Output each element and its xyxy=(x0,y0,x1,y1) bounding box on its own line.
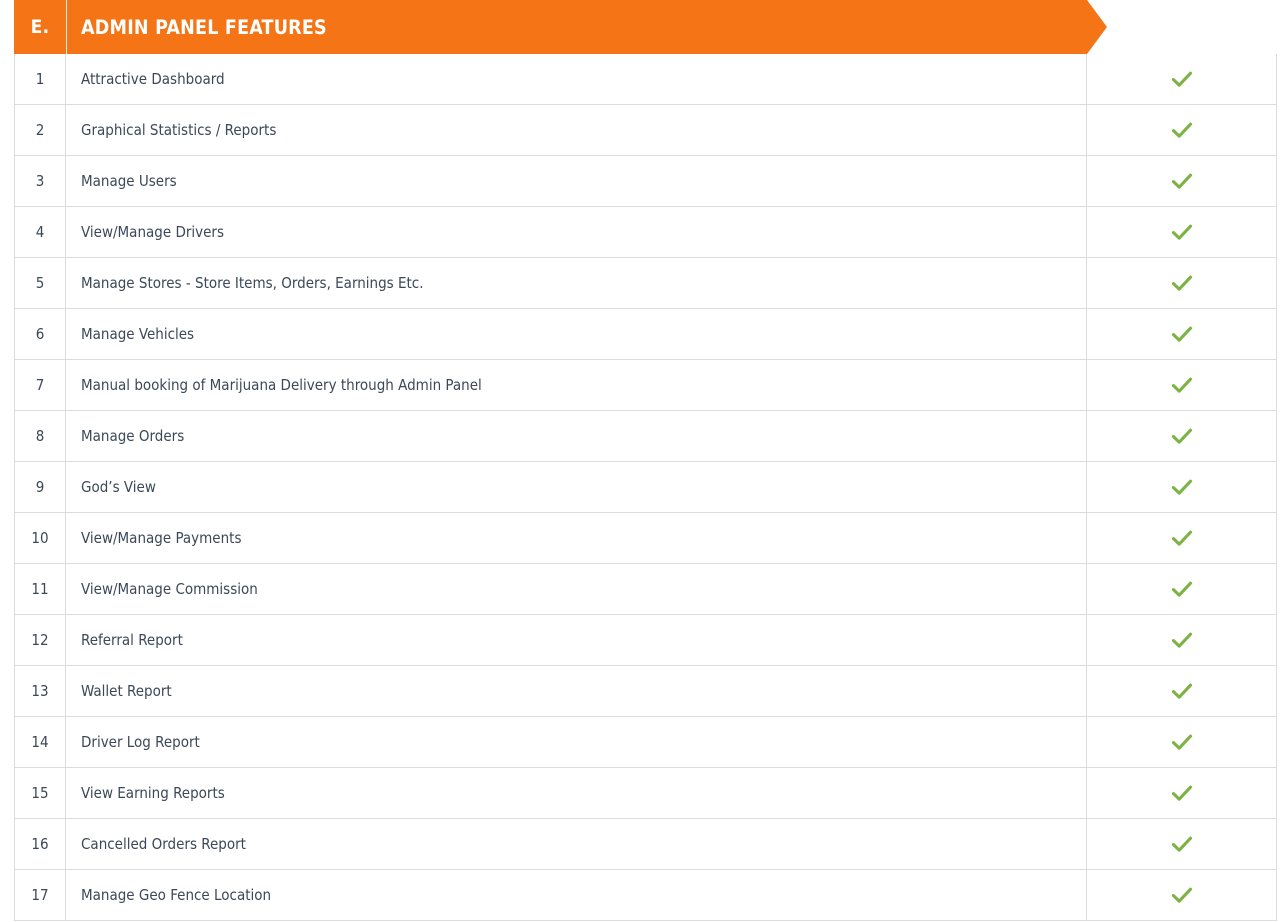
feature-supported-cell xyxy=(1087,564,1276,614)
feature-label: God’s View xyxy=(66,462,1087,512)
check-icon xyxy=(1171,734,1192,750)
row-number: 15 xyxy=(15,768,66,818)
check-icon xyxy=(1171,683,1192,699)
check-icon xyxy=(1171,122,1192,138)
feature-label: Cancelled Orders Report xyxy=(66,819,1087,869)
table-row: 6 Manage Vehicles xyxy=(15,309,1276,360)
check-icon xyxy=(1171,71,1192,87)
row-number: 2 xyxy=(15,105,66,155)
feature-supported-cell xyxy=(1087,462,1276,512)
table-row: 17 Manage Geo Fence Location xyxy=(15,870,1276,921)
feature-supported-cell xyxy=(1087,615,1276,665)
feature-row-list: 1 Attractive Dashboard 2 Graphical Statisti… xyxy=(14,54,1277,921)
feature-label: View/Manage Payments xyxy=(66,513,1087,563)
feature-label: Manual booking of Marijuana Delivery thr… xyxy=(66,360,1087,410)
feature-label: Manage Vehicles xyxy=(66,309,1087,359)
table-header-ribbon: E. ADMIN PANEL FEATURES xyxy=(14,0,1107,67)
section-title: ADMIN PANEL FEATURES xyxy=(81,15,327,39)
feature-supported-cell xyxy=(1087,207,1276,257)
feature-label: Manage Geo Fence Location xyxy=(66,870,1087,920)
feature-supported-cell xyxy=(1087,666,1276,716)
check-icon xyxy=(1171,632,1192,648)
feature-label: Attractive Dashboard xyxy=(66,54,1087,104)
check-icon xyxy=(1171,224,1192,240)
check-icon xyxy=(1171,173,1192,189)
feature-label: Wallet Report xyxy=(66,666,1087,716)
row-number: 9 xyxy=(15,462,66,512)
check-icon xyxy=(1171,581,1192,597)
row-number: 14 xyxy=(15,717,66,767)
table-row: 11 View/Manage Commission xyxy=(15,564,1276,615)
feature-label: Manage Orders xyxy=(66,411,1087,461)
feature-label: Graphical Statistics / Reports xyxy=(66,105,1087,155)
feature-supported-cell xyxy=(1087,768,1276,818)
feature-label: Referral Report xyxy=(66,615,1087,665)
table-row: 14 Driver Log Report xyxy=(15,717,1276,768)
section-letter: E. xyxy=(30,16,50,38)
table-row: 3 Manage Users xyxy=(15,156,1276,207)
table-row: 16 Cancelled Orders Report xyxy=(15,819,1276,870)
row-number: 3 xyxy=(15,156,66,206)
feature-supported-cell xyxy=(1087,870,1276,920)
feature-supported-cell xyxy=(1087,360,1276,410)
feature-supported-cell xyxy=(1087,717,1276,767)
check-icon xyxy=(1171,530,1192,546)
row-number: 12 xyxy=(15,615,66,665)
feature-label: View Earning Reports xyxy=(66,768,1087,818)
row-number: 16 xyxy=(15,819,66,869)
feature-supported-cell xyxy=(1087,105,1276,155)
check-icon xyxy=(1171,377,1192,393)
row-number: 10 xyxy=(15,513,66,563)
table-row: 7 Manual booking of Marijuana Delivery th… xyxy=(15,360,1276,411)
feature-supported-cell xyxy=(1087,819,1276,869)
feature-supported-cell xyxy=(1087,309,1276,359)
row-number: 7 xyxy=(15,360,66,410)
feature-label: Driver Log Report xyxy=(66,717,1087,767)
table-row: 4 View/Manage Drivers xyxy=(15,207,1276,258)
header-column-divider xyxy=(66,0,67,54)
feature-label: View/Manage Commission xyxy=(66,564,1087,614)
table-row: 5 Manage Stores - Store Items, Orders, Ea… xyxy=(15,258,1276,309)
check-icon xyxy=(1171,887,1192,903)
row-number: 4 xyxy=(15,207,66,257)
row-number: 11 xyxy=(15,564,66,614)
row-number: 6 xyxy=(15,309,66,359)
check-icon xyxy=(1171,326,1192,342)
row-number: 13 xyxy=(15,666,66,716)
row-number: 1 xyxy=(15,54,66,104)
table-row: 9 God’s View xyxy=(15,462,1276,513)
feature-supported-cell xyxy=(1087,54,1276,104)
feature-supported-cell xyxy=(1087,513,1276,563)
feature-label: View/Manage Drivers xyxy=(66,207,1087,257)
check-icon xyxy=(1171,836,1192,852)
feature-label: Manage Stores - Store Items, Orders, Ear… xyxy=(66,258,1087,308)
table-row: 2 Graphical Statistics / Reports xyxy=(15,105,1276,156)
table-row: 10 View/Manage Payments xyxy=(15,513,1276,564)
table-row: 13 Wallet Report xyxy=(15,666,1276,717)
table-row: 15 View Earning Reports xyxy=(15,768,1276,819)
admin-panel-features-table: E. ADMIN PANEL FEATURES 1 Attractive Dash… xyxy=(14,0,1277,922)
table-row: 8 Manage Orders xyxy=(15,411,1276,462)
feature-supported-cell xyxy=(1087,156,1276,206)
table-row: 1 Attractive Dashboard xyxy=(15,54,1276,105)
row-number: 5 xyxy=(15,258,66,308)
check-icon xyxy=(1171,428,1192,444)
row-number: 8 xyxy=(15,411,66,461)
row-number: 17 xyxy=(15,870,66,920)
feature-supported-cell xyxy=(1087,258,1276,308)
feature-label: Manage Users xyxy=(66,156,1087,206)
check-icon xyxy=(1171,275,1192,291)
check-icon xyxy=(1171,785,1192,801)
table-row: 12 Referral Report xyxy=(15,615,1276,666)
feature-supported-cell xyxy=(1087,411,1276,461)
check-icon xyxy=(1171,479,1192,495)
